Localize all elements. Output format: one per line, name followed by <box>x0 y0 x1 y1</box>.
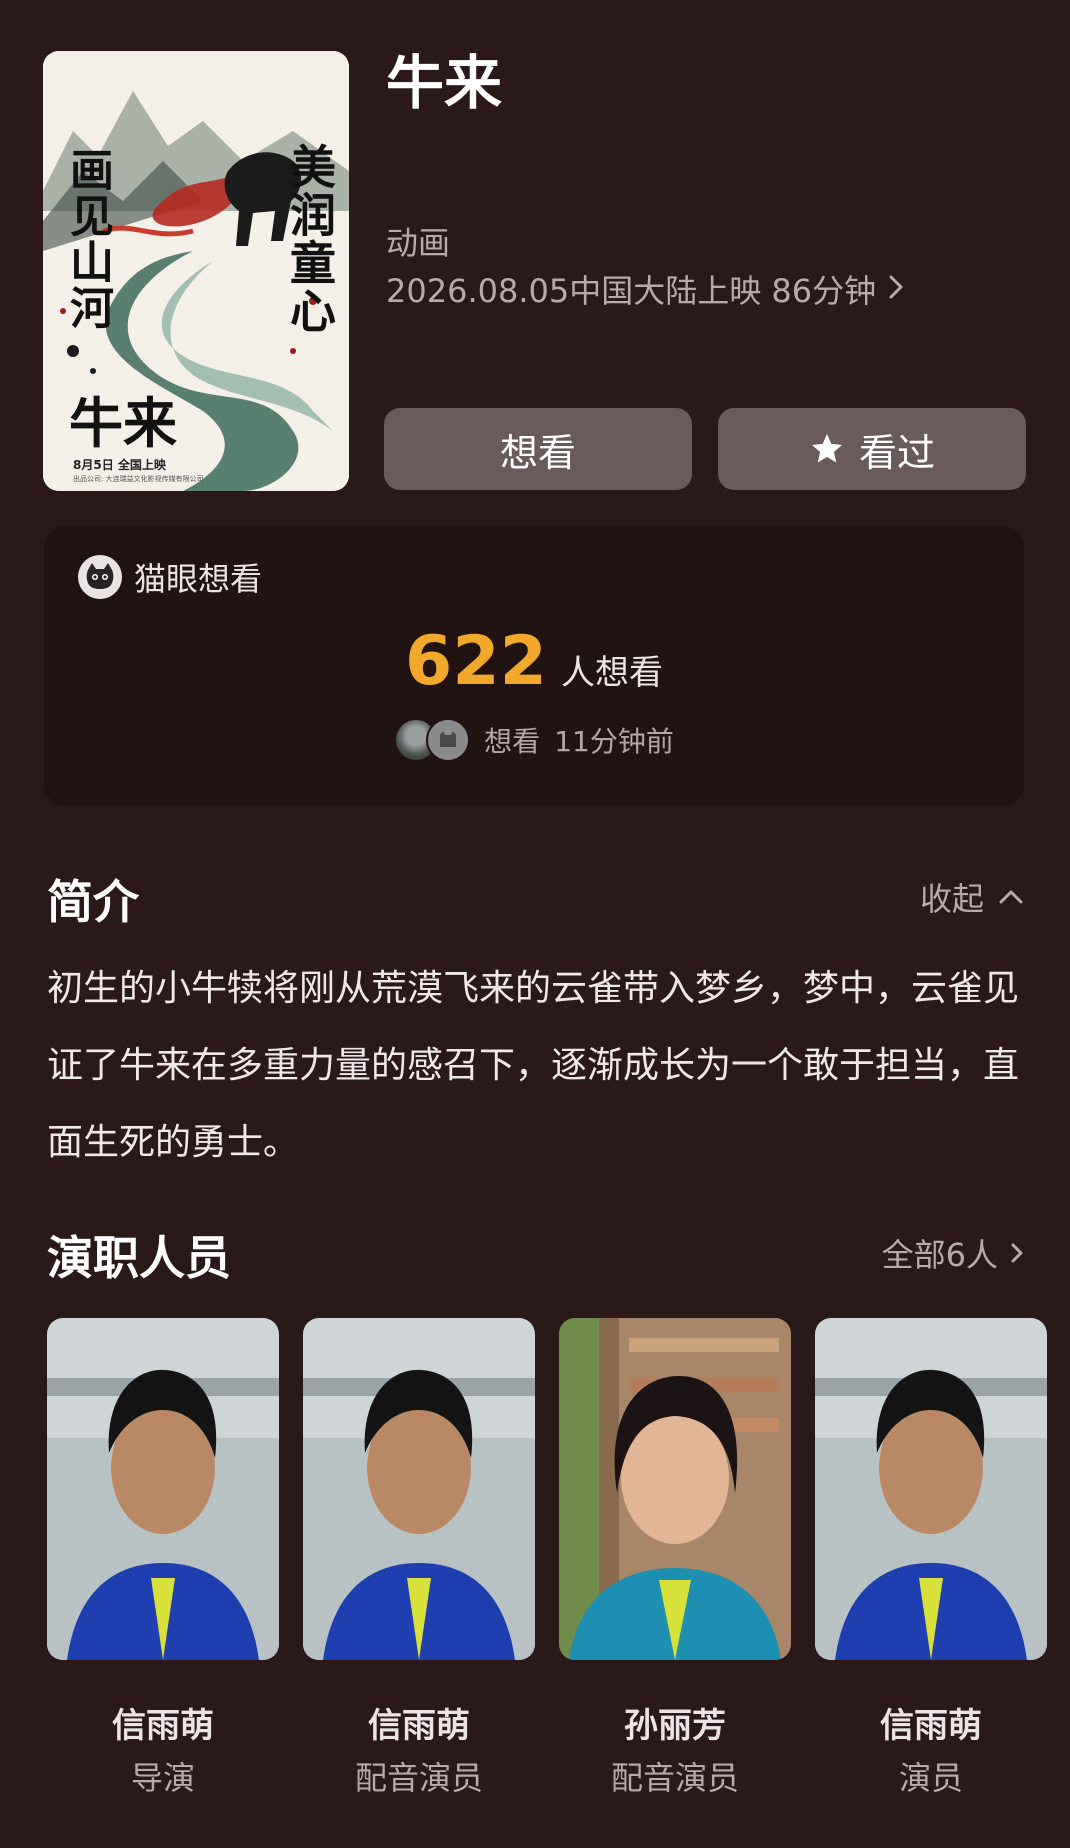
watched-label: 看过 <box>858 432 935 475</box>
cast-card[interactable]: 信雨萌 导演 <box>47 1318 279 1799</box>
movie-poster[interactable]: 画见山河 美润童心 牛来 8月5日 全国上映 出品公司: 大连瑞益文化影视传媒有… <box>43 51 349 491</box>
release-info-text: 2026.08.05中国大陆上映 86分钟 <box>386 272 877 310</box>
release-info-link[interactable]: 2026.08.05中国大陆上映 86分钟 <box>386 266 904 312</box>
cast-role: 配音演员 <box>610 1759 739 1797</box>
cast-role: 演员 <box>898 1759 963 1797</box>
want-count-suffix: 人想看 <box>560 653 663 693</box>
cast-card[interactable]: 信雨萌 配音演员 <box>303 1318 535 1799</box>
poster-title: 牛来 <box>69 391 177 455</box>
movie-genre: 动画 <box>386 224 451 262</box>
maoyan-header: 猫眼想看 <box>78 554 262 600</box>
want-count: 622 <box>405 622 547 701</box>
cast-name: 孙丽芳 <box>624 1706 726 1746</box>
cast-photo <box>303 1318 535 1660</box>
cast-heading: 演职人员 <box>47 1231 231 1285</box>
cast-view-all-link[interactable]: 全部6人 <box>882 1230 1024 1276</box>
avatar <box>426 718 471 762</box>
want-count-row: 622 人想看 <box>44 628 1024 696</box>
chevron-up-icon <box>998 889 1024 905</box>
cast-card[interactable]: 信雨萌 演员 <box>815 1318 1047 1799</box>
cast-card[interactable]: 孙丽芳 配音演员 <box>559 1318 791 1799</box>
chevron-right-icon <box>888 270 904 308</box>
maoyan-label: 猫眼想看 <box>134 560 263 598</box>
star-icon <box>809 431 845 467</box>
recent-time: 11分钟前 <box>554 725 674 758</box>
recent-activity: 想看 11分钟前 <box>44 718 1024 762</box>
poster-credit: 出品公司: 大连瑞益文化影视传媒有限公司 <box>73 475 204 483</box>
cast-view-all-label: 全部6人 <box>881 1236 998 1274</box>
cast-name: 信雨萌 <box>112 1706 214 1746</box>
cast-role: 导演 <box>130 1759 195 1797</box>
synopsis-text: 初生的小牛犊将刚从荒漠飞来的云雀带入梦乡，梦中，云雀见证了牛来在多重力量的感召下… <box>47 968 1020 1163</box>
want-to-watch-label: 想看 <box>499 432 576 475</box>
synopsis-heading: 简介 <box>47 875 139 929</box>
watched-button[interactable]: 看过 <box>718 408 1026 490</box>
cast-name: 信雨萌 <box>368 1706 470 1746</box>
cast-photo <box>47 1318 279 1660</box>
want-to-watch-button[interactable]: 想看 <box>384 408 692 490</box>
chevron-right-icon <box>1010 1234 1024 1272</box>
recent-avatars <box>394 718 471 762</box>
recent-action: 想看 <box>484 725 541 758</box>
movie-title: 牛来 <box>386 49 503 117</box>
cast-photo <box>815 1318 1047 1660</box>
poster-date: 8月5日 全国上映 <box>73 458 166 472</box>
cast-name: 信雨萌 <box>880 1706 982 1746</box>
poster-right-calligraphy: 美润童心 <box>283 143 337 335</box>
synopsis-collapse-button[interactable]: 收起 <box>920 874 1024 920</box>
cast-role: 配音演员 <box>354 1759 483 1797</box>
synopsis-collapse-label: 收起 <box>919 880 984 918</box>
poster-left-calligraphy: 画见山河 <box>62 147 113 331</box>
maoyan-cat-logo-icon <box>78 555 122 599</box>
maoyan-want-card: 猫眼想看 622 人想看 想看 11分钟前 <box>44 526 1024 806</box>
cast-photo <box>559 1318 791 1660</box>
